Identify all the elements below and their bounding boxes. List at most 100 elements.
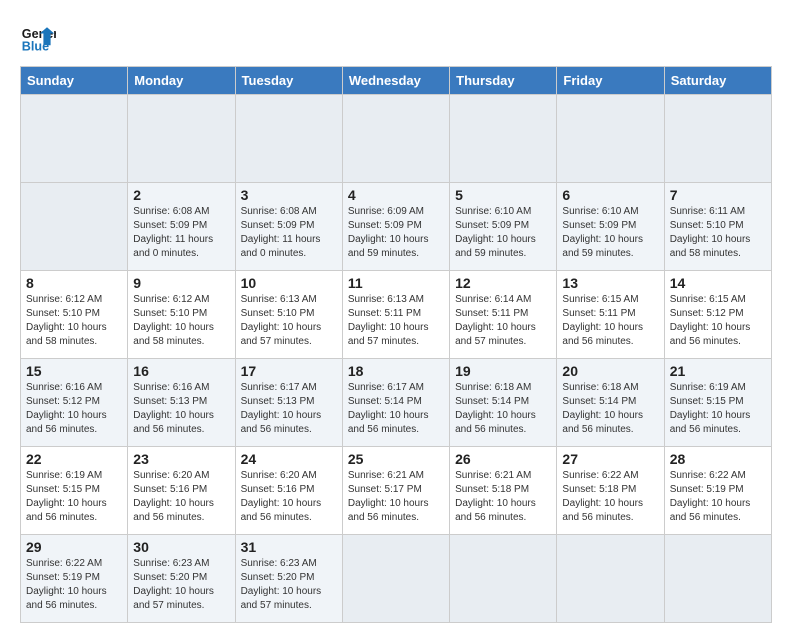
day-number: 11 [348, 275, 444, 291]
week-row-5: 29 Sunrise: 6:22 AMSunset: 5:19 PMDayligh… [21, 535, 772, 623]
calendar-cell: 18Sunrise: 6:17 AMSunset: 5:14 PMDayligh… [342, 359, 449, 447]
calendar-cell: 13Sunrise: 6:15 AMSunset: 5:11 PMDayligh… [557, 271, 664, 359]
day-info: Sunrise: 6:11 AMSunset: 5:10 PMDaylight:… [670, 205, 766, 261]
calendar-cell: 22 Sunrise: 6:19 AMSunset: 5:15 PMDayligh… [21, 447, 128, 535]
calendar-cell [235, 95, 342, 183]
day-number: 4 [348, 187, 444, 203]
day-info: Sunrise: 6:17 AMSunset: 5:13 PMDaylight:… [241, 381, 337, 437]
day-number: 30 [133, 539, 229, 555]
calendar-cell: 8Sunrise: 6:12 AMSunset: 5:10 PMDaylight… [21, 271, 128, 359]
day-info: Sunrise: 6:12 AMSunset: 5:10 PMDaylight:… [26, 293, 122, 349]
calendar-cell: 30 Sunrise: 6:23 AMSunset: 5:20 PMDayligh… [128, 535, 235, 623]
calendar-cell [21, 183, 128, 271]
calendar-cell: 23 Sunrise: 6:20 AMSunset: 5:16 PMDayligh… [128, 447, 235, 535]
calendar-cell: 10 Sunrise: 6:13 AMSunset: 5:10 PMDayligh… [235, 271, 342, 359]
logo: General Blue [20, 20, 60, 56]
calendar-cell: 25Sunrise: 6:21 AMSunset: 5:17 PMDayligh… [342, 447, 449, 535]
day-number: 14 [670, 275, 766, 291]
day-info: Sunrise: 6:20 AMSunset: 5:16 PMDaylight:… [133, 469, 229, 525]
calendar-cell: 17 Sunrise: 6:17 AMSunset: 5:13 PMDayligh… [235, 359, 342, 447]
calendar-body: 2 Sunrise: 6:08 AMSunset: 5:09 PMDaylight… [21, 95, 772, 623]
day-number: 6 [562, 187, 658, 203]
day-info: Sunrise: 6:23 AMSunset: 5:20 PMDaylight:… [241, 557, 337, 613]
day-info: Sunrise: 6:23 AMSunset: 5:20 PMDaylight:… [133, 557, 229, 613]
day-number: 26 [455, 451, 551, 467]
day-info: Sunrise: 6:12 AMSunset: 5:10 PMDaylight:… [133, 293, 229, 349]
calendar-cell: 28 Sunrise: 6:22 AMSunset: 5:19 PMDayligh… [664, 447, 771, 535]
day-info: Sunrise: 6:16 AMSunset: 5:13 PMDaylight:… [133, 381, 229, 437]
week-row-4: 22 Sunrise: 6:19 AMSunset: 5:15 PMDayligh… [21, 447, 772, 535]
calendar-cell [128, 95, 235, 183]
calendar-cell: 2 Sunrise: 6:08 AMSunset: 5:09 PMDaylight… [128, 183, 235, 271]
day-info: Sunrise: 6:22 AMSunset: 5:18 PMDaylight:… [562, 469, 658, 525]
week-row-3: 15 Sunrise: 6:16 AMSunset: 5:12 PMDayligh… [21, 359, 772, 447]
day-info: Sunrise: 6:18 AMSunset: 5:14 PMDaylight:… [455, 381, 551, 437]
calendar-cell: 9 Sunrise: 6:12 AMSunset: 5:10 PMDaylight… [128, 271, 235, 359]
calendar-cell: 5 Sunrise: 6:10 AMSunset: 5:09 PMDaylight… [450, 183, 557, 271]
calendar-cell: 12 Sunrise: 6:14 AMSunset: 5:11 PMDayligh… [450, 271, 557, 359]
day-info: Sunrise: 6:22 AMSunset: 5:19 PMDaylight:… [670, 469, 766, 525]
day-info: Sunrise: 6:14 AMSunset: 5:11 PMDaylight:… [455, 293, 551, 349]
day-info: Sunrise: 6:20 AMSunset: 5:16 PMDaylight:… [241, 469, 337, 525]
calendar-cell [450, 535, 557, 623]
day-number: 23 [133, 451, 229, 467]
day-info: Sunrise: 6:21 AMSunset: 5:17 PMDaylight:… [348, 469, 444, 525]
day-number: 7 [670, 187, 766, 203]
calendar-cell: 11 Sunrise: 6:13 AMSunset: 5:11 PMDayligh… [342, 271, 449, 359]
calendar-cell: 14 Sunrise: 6:15 AMSunset: 5:12 PMDayligh… [664, 271, 771, 359]
header-wednesday: Wednesday [342, 67, 449, 95]
day-number: 9 [133, 275, 229, 291]
calendar-cell [342, 535, 449, 623]
day-info: Sunrise: 6:10 AMSunset: 5:09 PMDaylight:… [455, 205, 551, 261]
day-number: 10 [241, 275, 337, 291]
calendar-cell: 29 Sunrise: 6:22 AMSunset: 5:19 PMDayligh… [21, 535, 128, 623]
calendar-cell: 7 Sunrise: 6:11 AMSunset: 5:10 PMDaylight… [664, 183, 771, 271]
day-number: 12 [455, 275, 551, 291]
day-number: 16 [133, 363, 229, 379]
calendar-cell: 4Sunrise: 6:09 AMSunset: 5:09 PMDaylight… [342, 183, 449, 271]
header-thursday: Thursday [450, 67, 557, 95]
day-number: 28 [670, 451, 766, 467]
header-friday: Friday [557, 67, 664, 95]
day-number: 15 [26, 363, 122, 379]
calendar-cell: 15 Sunrise: 6:16 AMSunset: 5:12 PMDayligh… [21, 359, 128, 447]
week-row-1: 2 Sunrise: 6:08 AMSunset: 5:09 PMDaylight… [21, 183, 772, 271]
day-number: 31 [241, 539, 337, 555]
day-info: Sunrise: 6:13 AMSunset: 5:10 PMDaylight:… [241, 293, 337, 349]
calendar-cell: 3Sunrise: 6:08 AMSunset: 5:09 PMDaylight… [235, 183, 342, 271]
day-number: 2 [133, 187, 229, 203]
day-number: 5 [455, 187, 551, 203]
day-number: 17 [241, 363, 337, 379]
day-info: Sunrise: 6:22 AMSunset: 5:19 PMDaylight:… [26, 557, 122, 613]
logo-icon: General Blue [20, 20, 56, 56]
calendar-header-row: SundayMondayTuesdayWednesdayThursdayFrid… [21, 67, 772, 95]
day-info: Sunrise: 6:17 AMSunset: 5:14 PMDaylight:… [348, 381, 444, 437]
day-info: Sunrise: 6:19 AMSunset: 5:15 PMDaylight:… [26, 469, 122, 525]
calendar-cell [557, 535, 664, 623]
day-number: 3 [241, 187, 337, 203]
day-info: Sunrise: 6:10 AMSunset: 5:09 PMDaylight:… [562, 205, 658, 261]
day-info: Sunrise: 6:16 AMSunset: 5:12 PMDaylight:… [26, 381, 122, 437]
calendar-cell [342, 95, 449, 183]
calendar-cell [557, 95, 664, 183]
day-number: 22 [26, 451, 122, 467]
calendar-cell [664, 95, 771, 183]
day-number: 27 [562, 451, 658, 467]
day-number: 29 [26, 539, 122, 555]
calendar-table: SundayMondayTuesdayWednesdayThursdayFrid… [20, 66, 772, 623]
week-row-2: 8Sunrise: 6:12 AMSunset: 5:10 PMDaylight… [21, 271, 772, 359]
calendar-cell: 27 Sunrise: 6:22 AMSunset: 5:18 PMDayligh… [557, 447, 664, 535]
day-info: Sunrise: 6:08 AMSunset: 5:09 PMDaylight:… [133, 205, 229, 261]
week-row-0 [21, 95, 772, 183]
day-number: 24 [241, 451, 337, 467]
calendar-cell: 31 Sunrise: 6:23 AMSunset: 5:20 PMDayligh… [235, 535, 342, 623]
calendar-cell [21, 95, 128, 183]
header-monday: Monday [128, 67, 235, 95]
header-sunday: Sunday [21, 67, 128, 95]
calendar-cell: 20Sunrise: 6:18 AMSunset: 5:14 PMDayligh… [557, 359, 664, 447]
calendar-cell [450, 95, 557, 183]
day-info: Sunrise: 6:13 AMSunset: 5:11 PMDaylight:… [348, 293, 444, 349]
day-info: Sunrise: 6:15 AMSunset: 5:12 PMDaylight:… [670, 293, 766, 349]
header-tuesday: Tuesday [235, 67, 342, 95]
calendar-cell: 19Sunrise: 6:18 AMSunset: 5:14 PMDayligh… [450, 359, 557, 447]
